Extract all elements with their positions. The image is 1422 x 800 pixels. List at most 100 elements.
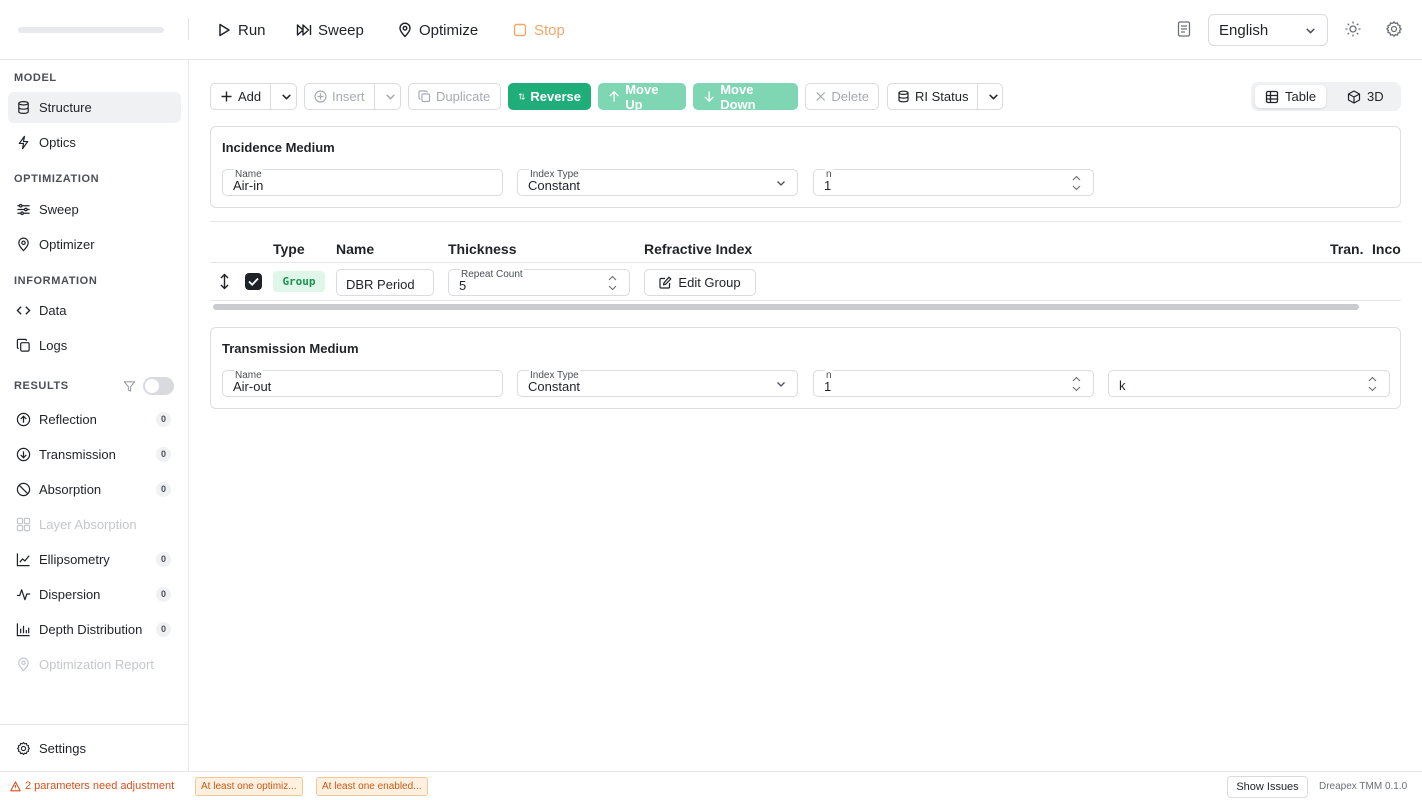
reverse-label: Reverse xyxy=(530,89,581,104)
incidence-n-stepper[interactable]: n 1 xyxy=(813,169,1094,196)
incidence-index-type-select[interactable]: Index Type Constant xyxy=(517,169,798,196)
sidebar-item-optimizer[interactable]: Optimizer xyxy=(8,229,181,260)
tab-table[interactable]: Table xyxy=(1255,85,1327,108)
swap-vertical-icon xyxy=(518,93,525,100)
transmission-n-stepper[interactable]: n 1 xyxy=(813,370,1094,397)
add-label: Add xyxy=(238,89,262,104)
sidebar-item-absorption[interactable]: Absorption 0 xyxy=(8,474,181,505)
transmission-k-stepper[interactable]: k xyxy=(1108,370,1390,397)
database-icon xyxy=(18,100,29,115)
insert-button[interactable]: Insert xyxy=(304,83,401,110)
chevron-down-icon[interactable] xyxy=(280,90,293,103)
top-bar: Run Sweep Optimize Stop English xyxy=(0,0,1422,60)
sidebar-item-layer-absorption[interactable]: Layer Absorption xyxy=(8,509,181,540)
stop-button[interactable]: Stop xyxy=(512,18,565,42)
divider xyxy=(210,221,1401,222)
type-badge: Group xyxy=(273,271,325,292)
incidence-medium-panel: Incidence Medium Name Air-in Index Type … xyxy=(210,126,1401,208)
ri-status-button[interactable]: RI Status xyxy=(887,83,1003,110)
transmission-index-type-select[interactable]: Index Type Constant xyxy=(517,370,798,397)
count-badge: 0 xyxy=(156,447,171,462)
sidebar-item-label: Optics xyxy=(39,135,76,150)
status-bar: 2 parameters need adjustment At least on… xyxy=(0,771,1422,800)
spinner-arrows-icon[interactable] xyxy=(1072,174,1081,192)
arrow-up-icon xyxy=(609,90,619,102)
drag-handle-icon[interactable] xyxy=(218,273,231,290)
version-label: Dreapex TMM 0.1.0 xyxy=(1319,781,1408,792)
tab-3d[interactable]: 3D xyxy=(1337,85,1394,108)
sidebar-item-transmission[interactable]: Transmission 0 xyxy=(8,439,181,470)
sidebar-item-settings[interactable]: Settings xyxy=(8,733,181,764)
spinner-arrows-icon[interactable] xyxy=(1368,375,1377,393)
tab-3d-label: 3D xyxy=(1367,89,1384,104)
issue-chip[interactable]: At least one enabled... xyxy=(316,777,428,796)
sidebar-item-label: Logs xyxy=(39,338,68,353)
arrow-down-icon xyxy=(704,91,714,103)
lightning-icon xyxy=(18,135,29,150)
count-badge: 0 xyxy=(156,552,171,567)
sliders-icon xyxy=(17,203,30,216)
edit-group-button[interactable]: Edit Group xyxy=(644,269,756,296)
chevron-down-icon[interactable] xyxy=(987,90,1000,103)
sidebar-item-label: Dispersion xyxy=(39,587,101,602)
duplicate-button[interactable]: Duplicate xyxy=(408,83,501,110)
chevron-down-icon[interactable] xyxy=(384,90,397,103)
transmission-name-field[interactable]: Name Air-out xyxy=(222,370,503,397)
run-button[interactable]: Run xyxy=(216,18,266,42)
row-enabled-checkbox[interactable] xyxy=(245,273,262,290)
reverse-button[interactable]: Reverse xyxy=(508,83,591,110)
run-label: Run xyxy=(238,21,266,39)
sidebar-item-depth-distribution[interactable]: Depth Distribution 0 xyxy=(8,614,181,645)
results-filter-toggle[interactable] xyxy=(143,377,174,395)
document-icon[interactable] xyxy=(1175,20,1193,38)
filter-icon[interactable] xyxy=(123,380,136,393)
warning-message[interactable]: 2 parameters need adjustment xyxy=(10,780,174,792)
section-title-information: INFORMATION xyxy=(14,275,98,287)
sidebar-item-logs[interactable]: Logs xyxy=(8,330,181,361)
sweep-button[interactable]: Sweep xyxy=(296,18,364,42)
field-value: Constant xyxy=(528,178,581,193)
sidebar-item-data[interactable]: Data xyxy=(8,295,181,326)
ban-icon xyxy=(16,482,31,497)
optimize-button[interactable]: Optimize xyxy=(397,18,478,42)
sidebar-item-optics[interactable]: Optics xyxy=(8,127,181,158)
sidebar-item-optimization-report[interactable]: Optimization Report xyxy=(8,649,181,680)
incidence-name-field[interactable]: Name Air-in xyxy=(222,169,503,196)
spinner-arrows-icon[interactable] xyxy=(1072,375,1081,393)
sidebar-item-dispersion[interactable]: Dispersion 0 xyxy=(8,579,181,610)
bar-chart-icon xyxy=(16,623,30,637)
issue-chip[interactable]: At least one optimiz... xyxy=(195,777,303,796)
move-down-button[interactable]: Move Down xyxy=(693,82,798,112)
divider xyxy=(210,262,1422,263)
add-button[interactable]: Add xyxy=(210,83,297,110)
sidebar-item-reflection[interactable]: Reflection 0 xyxy=(8,404,181,435)
sidebar-item-ellipsometry[interactable]: Ellipsometry 0 xyxy=(8,544,181,575)
tab-table-label: Table xyxy=(1285,89,1317,104)
row-name-input[interactable]: DBR Period xyxy=(336,269,434,296)
language-select[interactable]: English xyxy=(1208,14,1328,46)
sidebar-item-sweep[interactable]: Sweep xyxy=(8,194,181,225)
sidebar-item-label: Reflection xyxy=(39,412,97,427)
gear-icon[interactable] xyxy=(1385,20,1403,38)
activity-icon xyxy=(16,589,31,601)
cube-icon xyxy=(1347,89,1361,104)
show-issues-button[interactable]: Show Issues xyxy=(1227,776,1308,798)
fast-forward-icon xyxy=(296,24,312,36)
sweep-label: Sweep xyxy=(318,21,364,39)
move-up-button[interactable]: Move Up xyxy=(598,82,686,112)
view-toggle: Table 3D xyxy=(1251,82,1401,111)
field-value: Constant xyxy=(528,379,581,394)
column-header-inco: Inco xyxy=(1372,241,1401,257)
delete-button[interactable]: Delete xyxy=(805,83,879,110)
sidebar-item-structure[interactable]: Structure xyxy=(8,92,181,123)
repeat-count-stepper[interactable]: Repeat Count 5 xyxy=(448,269,630,296)
sidebar-item-label: Sweep xyxy=(39,202,79,217)
divider xyxy=(210,300,1401,301)
table-icon xyxy=(1265,90,1279,103)
sun-icon[interactable] xyxy=(1344,20,1362,38)
horizontal-scrollbar[interactable] xyxy=(213,304,1359,310)
field-placeholder: k xyxy=(1119,378,1126,393)
count-badge: 0 xyxy=(156,412,171,427)
spinner-arrows-icon[interactable] xyxy=(608,274,617,292)
sidebar-item-label: Absorption xyxy=(39,482,102,497)
